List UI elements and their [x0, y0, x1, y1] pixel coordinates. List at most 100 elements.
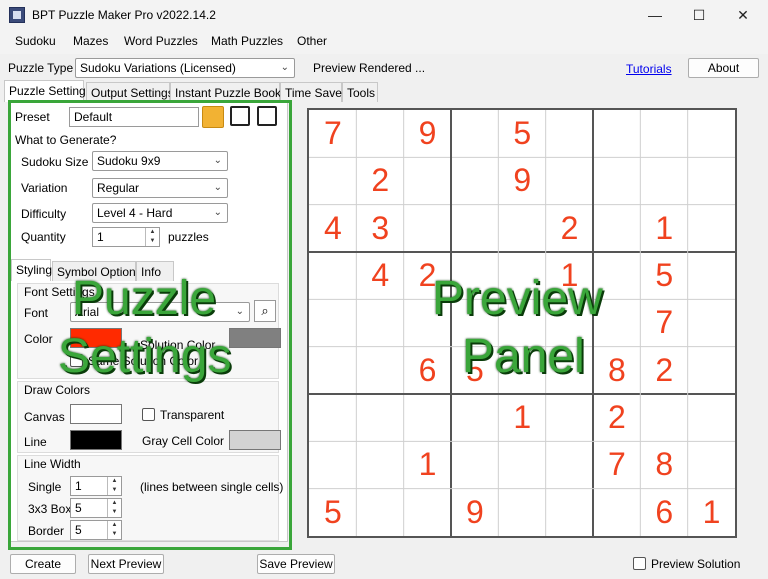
sudoku-cell: [356, 347, 404, 395]
sudoku-cell: [593, 157, 641, 205]
sudoku-cell: [309, 157, 357, 205]
sudoku-cell: [640, 110, 688, 158]
window-title: BPT Puzzle Maker Pro v2022.14.2: [32, 8, 216, 22]
sudoku-cell: [451, 110, 499, 158]
menu-sudoku[interactable]: Sudoku: [15, 34, 56, 48]
save-preview-button[interactable]: Save Preview: [257, 554, 335, 574]
sudoku-cell: [404, 157, 452, 205]
sudoku-cell: [356, 299, 404, 347]
sudoku-cell: 5: [655, 257, 674, 293]
next-preview-button[interactable]: Next Preview: [88, 554, 164, 574]
sudoku-cell: [309, 394, 357, 442]
sudoku-cell: 2: [655, 351, 674, 388]
menu-word-puzzles[interactable]: Word Puzzles: [124, 34, 198, 48]
sudoku-cell: 5: [513, 115, 532, 151]
puzzle-type-select[interactable]: Sudoku Variations (Licensed) ⌄: [75, 58, 295, 78]
sudoku-cell: 1: [513, 399, 532, 435]
sudoku-cell: [546, 394, 594, 442]
create-button[interactable]: Create: [10, 554, 76, 574]
overlay-preview-label: Preview: [432, 272, 603, 325]
sudoku-cell: [356, 489, 404, 537]
sudoku-cell: [309, 441, 357, 489]
sudoku-cell: [498, 441, 546, 489]
sudoku-cell: [640, 394, 688, 442]
sudoku-cell: 2: [560, 209, 579, 246]
overlay-settings-label: Settings: [58, 330, 232, 383]
sudoku-cell: 9: [466, 493, 484, 530]
menu-other[interactable]: Other: [297, 34, 327, 48]
sudoku-cell: [593, 110, 641, 158]
preview-solution-label: Preview Solution: [651, 557, 741, 571]
sudoku-cell: [546, 157, 594, 205]
overlay-puzzle-label: Puzzle: [72, 272, 217, 325]
sudoku-cell: 1: [418, 446, 437, 483]
sudoku-cell: [546, 441, 594, 489]
sudoku-cell: [688, 205, 736, 253]
menu-mazes[interactable]: Mazes: [73, 34, 108, 48]
sudoku-cell: [404, 394, 452, 442]
sudoku-cell: [404, 205, 452, 253]
close-button[interactable]: ✕: [728, 4, 758, 26]
sudoku-cell: 3: [371, 209, 390, 246]
tab-output-settings[interactable]: Output Settings: [86, 82, 174, 102]
bottom-bar: Create Next Preview Save Preview Preview…: [0, 550, 768, 579]
sudoku-cell: 7: [324, 115, 342, 151]
sudoku-cell: [593, 205, 641, 253]
sudoku-cell: 9: [513, 162, 532, 199]
about-button[interactable]: About: [688, 58, 759, 78]
sudoku-cell: 4: [324, 209, 342, 246]
tab-tools[interactable]: Tools: [342, 82, 378, 102]
sudoku-cell: [451, 394, 499, 442]
menu-bar: Sudoku Mazes Word Puzzles Math Puzzles O…: [0, 30, 768, 54]
sudoku-cell: [688, 252, 736, 300]
sudoku-cell: [546, 110, 594, 158]
sudoku-cell: [309, 347, 357, 395]
sudoku-cell: [498, 489, 546, 537]
toolbar: Puzzle Type Sudoku Variations (Licensed)…: [0, 54, 768, 82]
sudoku-cell: [593, 489, 641, 537]
sudoku-cell: 4: [371, 257, 390, 293]
sudoku-cell: [451, 205, 499, 253]
sudoku-cell: [309, 252, 357, 300]
sudoku-cell: 6: [418, 351, 437, 388]
sudoku-cell: [356, 110, 404, 158]
puzzle-type-value: Sudoku Variations (Licensed): [80, 61, 236, 75]
puzzle-type-label: Puzzle Type: [8, 61, 74, 75]
minimize-button[interactable]: —: [640, 4, 670, 26]
maximize-button[interactable]: ☐: [684, 4, 714, 26]
tutorials-link[interactable]: Tutorials: [626, 62, 672, 76]
sudoku-cell: 7: [608, 446, 626, 483]
tab-time-saver[interactable]: Time Saver: [280, 82, 346, 102]
preview-solution-checkbox[interactable]: [633, 557, 646, 570]
sudoku-cell: 1: [702, 493, 721, 530]
sudoku-cell: [356, 441, 404, 489]
sudoku-cell: 2: [608, 399, 626, 435]
tab-instant-puzzle-books[interactable]: Instant Puzzle Books: [170, 82, 287, 102]
tab-puzzle-settings[interactable]: Puzzle Settings: [4, 80, 92, 102]
sudoku-cell: [688, 394, 736, 442]
sudoku-cell: [404, 489, 452, 537]
sudoku-cell: [309, 299, 357, 347]
sudoku-cell: [640, 157, 688, 205]
chevron-down-icon: ⌄: [280, 62, 289, 73]
sudoku-cell: 9: [418, 115, 437, 151]
menu-math-puzzles[interactable]: Math Puzzles: [211, 34, 283, 48]
sudoku-cell: [688, 157, 736, 205]
sudoku-cell: [688, 299, 736, 347]
preview-status: Preview Rendered ...: [313, 61, 426, 75]
sudoku-cell: 7: [655, 304, 674, 341]
sudoku-cell: [356, 394, 404, 442]
sudoku-cell: [688, 347, 736, 395]
title-bar: BPT Puzzle Maker Pro v2022.14.2 — ☐ ✕: [0, 0, 768, 30]
sudoku-cell: 8: [608, 351, 626, 388]
sudoku-cell: [451, 441, 499, 489]
sudoku-cell: [688, 110, 736, 158]
sudoku-cell: 1: [655, 209, 674, 246]
sudoku-cell: [688, 441, 736, 489]
overlay-panel-label: Panel: [462, 330, 585, 383]
sudoku-cell: [498, 205, 546, 253]
sudoku-cell: 2: [371, 162, 390, 199]
sudoku-cell: [546, 489, 594, 537]
sudoku-cell: 5: [324, 493, 342, 530]
sudoku-cell: 8: [655, 446, 674, 483]
